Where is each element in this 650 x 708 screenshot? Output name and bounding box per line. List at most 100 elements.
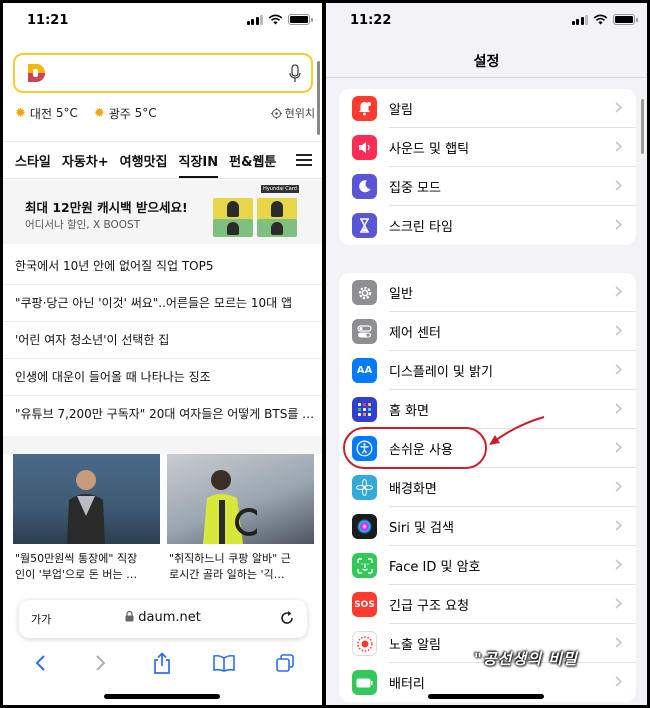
sos-icon: SOS — [352, 592, 377, 617]
home-grid-icon — [352, 397, 377, 422]
bell-icon — [352, 96, 377, 121]
settings-item-label: 노출 알림 — [389, 638, 441, 653]
settings-item-siri[interactable]: Siri 및 검색 — [339, 507, 636, 546]
battery-icon — [352, 670, 377, 695]
share-icon — [154, 652, 171, 674]
chevron-right-icon — [615, 364, 622, 375]
tab-style[interactable]: 스타일 — [15, 151, 51, 170]
reload-icon[interactable] — [279, 610, 295, 626]
news-item[interactable]: 인생에 대운이 들어올 때 나타나는 징조 — [3, 359, 322, 396]
status-icons — [246, 14, 313, 25]
forward-button[interactable] — [89, 651, 113, 675]
settings-item-speaker[interactable]: 사운드 및 햅틱 — [339, 128, 636, 167]
settings-item-bell[interactable]: 알림 — [339, 89, 636, 128]
settings-item-label: 스크린 타임 — [389, 220, 453, 235]
settings-item-label: 제어 센터 — [389, 326, 441, 341]
tab-travel-food[interactable]: 여행맛집 — [120, 151, 168, 170]
chevron-right-icon — [615, 481, 622, 492]
card-image — [257, 198, 297, 220]
moon-icon — [352, 174, 377, 199]
chevron-right-icon — [615, 442, 622, 453]
settings-item-toggles[interactable]: 제어 센터 — [339, 312, 636, 351]
tab-cars[interactable]: 자동차+ — [62, 151, 109, 170]
microphone-icon[interactable] — [289, 64, 301, 84]
search-input[interactable] — [13, 53, 313, 93]
settings-item-face-id[interactable]: Face ID 및 암호 — [339, 546, 636, 585]
news-item[interactable]: '어린 여자 청소년'이 선택한 집 — [3, 322, 322, 359]
bookmarks-button[interactable] — [212, 651, 236, 675]
article-caption[interactable]: "취직하느니 쿠팡 알바" 근 로시간 골라 일하는 '긱… — [169, 551, 316, 583]
card-image — [213, 219, 253, 237]
settings-screen: 11:22 설정 알림 사운드 및 햅틱 집중 모드 스크린 타임 일반 제어 센터 AA… — [326, 3, 647, 705]
signal-icon — [246, 14, 263, 25]
article-caption[interactable]: "월50만원씩 통장에" 직장 인이 '부업'으로 돈 버는 … — [15, 551, 162, 583]
weather-bar: ✹ 대전 5°C ✹ 광주 5°C 현위치 — [15, 103, 315, 123]
weather-city-1: 대전 — [29, 106, 52, 121]
article-thumbnail[interactable] — [167, 454, 314, 544]
divider — [326, 77, 647, 78]
scroll-indicator — [641, 99, 644, 154]
face-id-icon — [352, 553, 377, 578]
tabs-button[interactable] — [273, 651, 297, 675]
settings-item-label: Face ID 및 암호 — [389, 560, 481, 575]
watermark-text: "공선생의 비밀 — [474, 650, 578, 668]
tab-fun-webtoon[interactable]: 펀&웹툰 — [229, 151, 276, 170]
sun-icon: ✹ — [15, 105, 26, 121]
signal-icon — [571, 14, 588, 25]
settings-item-label: 배경화면 — [389, 482, 437, 497]
settings-item-gear[interactable]: 일반 — [339, 273, 636, 312]
settings-item-text-size[interactable]: AA 디스플레이 및 밝기 — [339, 351, 636, 390]
menu-icon[interactable] — [296, 154, 312, 166]
weather-item-2: ✹ 광주 5°C — [94, 105, 157, 122]
chevron-left-icon — [35, 655, 45, 671]
current-location-button[interactable]: 현위치 — [270, 105, 315, 121]
lock-icon — [125, 610, 134, 622]
status-time: 11:21 — [27, 12, 69, 28]
location-target-icon — [270, 107, 282, 119]
settings-item-label: 사운드 및 햅틱 — [389, 142, 470, 157]
card-image — [257, 219, 297, 237]
settings-item-hourglass[interactable]: 스크린 타임 — [339, 206, 636, 245]
settings-group-general: 일반 제어 센터 AA 디스플레이 및 밝기 홈 화면 손쉬운 사용 배경화면 Siri 및 … — [339, 273, 636, 702]
hourglass-icon — [352, 213, 377, 238]
caption-line: "취직하느니 쿠팡 알바" 근 — [169, 552, 291, 565]
news-item[interactable]: "유튜브 7,200만 구독자" 20대 여자들은 어떻게 BTS를 … — [3, 396, 322, 433]
article-thumbnail[interactable] — [13, 454, 160, 544]
news-item[interactable]: 한국에서 10년 안에 없어질 직업 TOP5 — [3, 248, 322, 285]
ad-subtitle: 어디서나 할인, X BOOST — [25, 219, 141, 231]
settings-item-moon[interactable]: 집중 모드 — [339, 167, 636, 206]
sun-icon: ✹ — [93, 105, 105, 121]
chevron-right-icon — [615, 286, 622, 297]
status-bar: 11:21 — [3, 3, 322, 37]
highlight-circle — [343, 427, 487, 469]
settings-item-label: Siri 및 검색 — [389, 521, 454, 536]
chevron-right-icon — [615, 325, 622, 336]
chevron-right-icon — [615, 403, 622, 414]
wifi-icon — [268, 14, 283, 25]
url-field[interactable]: daum.net — [19, 610, 307, 625]
browser-toolbar — [3, 643, 322, 683]
chevron-right-icon — [615, 102, 622, 113]
back-button[interactable] — [28, 651, 52, 675]
share-button[interactable] — [150, 651, 174, 675]
ad-banner[interactable]: 최대 12만원 캐시백 받으세요! 어디서나 할인, X BOOST Hyund… — [3, 180, 322, 244]
tab-work[interactable]: 직장IN — [178, 151, 219, 178]
home-indicator — [428, 694, 544, 699]
news-item[interactable]: "쿠팡·당근 아닌 '이것' 써요"..어른들은 모르는 10대 앱 — [3, 285, 322, 322]
settings-item-label: 일반 — [389, 287, 413, 302]
chevron-right-icon — [615, 559, 622, 570]
text-size-icon: AA — [352, 358, 377, 383]
settings-item-label: 디스플레이 및 밝기 — [389, 365, 493, 380]
chevron-right-icon — [615, 598, 622, 609]
person-image — [67, 470, 105, 544]
wifi-icon — [593, 14, 608, 25]
settings-item-sos[interactable]: SOS 긴급 구조 요청 — [339, 585, 636, 624]
weather-temp-2: 5°C — [134, 106, 157, 120]
address-bar[interactable]: 가가 daum.net — [19, 600, 307, 638]
chevron-right-icon — [615, 219, 622, 230]
gear-icon — [352, 280, 377, 305]
chevron-right-icon — [615, 637, 622, 648]
weather-city-2: 광주 — [108, 106, 131, 121]
settings-item-flower[interactable]: 배경화면 — [339, 468, 636, 507]
weather-temp-1: 5°C — [55, 106, 78, 120]
